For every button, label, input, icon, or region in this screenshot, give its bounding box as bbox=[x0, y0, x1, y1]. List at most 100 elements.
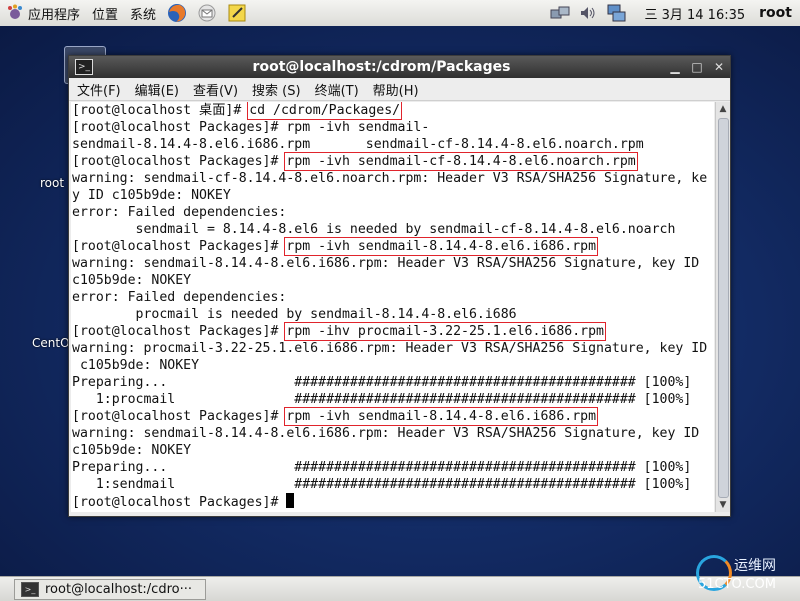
terminal-line: [root@localhost Packages]# rpm -ivh send… bbox=[71, 237, 714, 256]
terminal-line: procmail is needed by sendmail-8.14.4-8.… bbox=[71, 306, 714, 323]
network-status-icon[interactable] bbox=[606, 4, 626, 22]
user-menu[interactable]: root bbox=[753, 0, 800, 26]
watermark-line2: 51CTO.COM bbox=[698, 577, 776, 592]
bottom-panel: >_ root@localhost:/cdro··· bbox=[0, 576, 800, 601]
menubar: 文件(F) 编辑(E) 查看(V) 搜索 (S) 终端(T) 帮助(H) bbox=[69, 78, 730, 101]
desktop-icon-root-label: root bbox=[40, 176, 65, 190]
mail-launcher[interactable] bbox=[196, 3, 218, 23]
applications-menu[interactable]: 应用程序 bbox=[0, 0, 86, 26]
system-menu-label: 系统 bbox=[130, 7, 157, 23]
close-button[interactable]: ✕ bbox=[710, 59, 728, 75]
maximize-button[interactable]: □ bbox=[688, 59, 706, 75]
menu-view[interactable]: 查看(V) bbox=[185, 80, 244, 99]
terminal-line-text: warning: procmail-3.22-25.1.el6.i686.rpm… bbox=[72, 341, 708, 356]
notes-launcher[interactable] bbox=[226, 3, 248, 23]
menu-search[interactable]: 搜索 (S) bbox=[244, 80, 307, 99]
highlighted-command: rpm -ivh sendmail-cf-8.14.4-8.el6.noarch… bbox=[284, 152, 638, 171]
terminal-line: c105b9de: NOKEY bbox=[71, 357, 714, 374]
highlighted-command: rpm -ivh sendmail-8.14.4-8.el6.i686.rpm bbox=[284, 407, 599, 426]
terminal-line-text: warning: sendmail-8.14.4-8.el6.i686.rpm:… bbox=[72, 426, 700, 441]
terminal-line-text: [root@localhost Packages]# bbox=[72, 324, 287, 339]
terminal-line-text: sendmail-8.14.4-8.el6.i686.rpm sendmail-… bbox=[72, 137, 644, 152]
system-menu[interactable]: 系统 bbox=[124, 0, 162, 26]
terminal-line-text: c105b9de: NOKEY bbox=[72, 358, 200, 373]
places-menu[interactable]: 位置 bbox=[86, 0, 124, 26]
watermark-line1: 运维网 bbox=[734, 558, 776, 574]
terminal-line: error: Failed dependencies: bbox=[71, 204, 714, 221]
terminal-line: Preparing... ###########################… bbox=[71, 459, 714, 476]
clock-text: 三 3月 14 16:35 bbox=[644, 7, 746, 23]
network-manager-icon[interactable] bbox=[550, 4, 570, 22]
terminal-line: 1:sendmail #############################… bbox=[71, 476, 714, 493]
places-menu-label: 位置 bbox=[92, 7, 119, 23]
terminal-output[interactable]: [root@localhost 桌面]# cd /cdrom/Packages/… bbox=[71, 102, 714, 512]
terminal-line-text: [root@localhost Packages]# rpm -ivh send… bbox=[72, 120, 430, 135]
clock[interactable]: 三 3月 14 16:35 bbox=[630, 0, 753, 26]
terminal-line-text: 1:sendmail #############################… bbox=[72, 477, 692, 492]
volume-icon[interactable] bbox=[578, 4, 598, 22]
terminal-line: c105b9de: NOKEY bbox=[71, 442, 714, 459]
top-panel: 应用程序 位置 系统 三 3月 14 16:35 root bbox=[0, 0, 800, 27]
terminal-line-text: 1:procmail #############################… bbox=[72, 392, 692, 407]
terminal-line-text: warning: sendmail-8.14.4-8.el6.i686.rpm:… bbox=[72, 256, 700, 271]
terminal-prompt-line: [root@localhost Packages]# bbox=[71, 493, 714, 510]
scrollbar-thumb[interactable] bbox=[718, 118, 729, 498]
terminal-line-text: procmail is needed by sendmail-8.14.4-8.… bbox=[72, 307, 517, 322]
desktop-icon-root[interactable]: root bbox=[40, 176, 64, 190]
desktop-icon-centos-label: CentO bbox=[32, 336, 70, 350]
menu-terminal[interactable]: 终端(T) bbox=[307, 80, 365, 99]
desktop-icon-centos[interactable]: CentO bbox=[32, 336, 70, 350]
gnome-foot-icon bbox=[8, 4, 22, 19]
terminal-line: [root@localhost Packages]# rpm -ivh send… bbox=[71, 119, 714, 136]
terminal-line: c105b9de: NOKEY bbox=[71, 272, 714, 289]
highlighted-command: cd /cdrom/Packages/ bbox=[247, 102, 403, 120]
terminal-line: Preparing... ###########################… bbox=[71, 374, 714, 391]
mail-icon bbox=[198, 4, 216, 22]
firefox-launcher[interactable] bbox=[166, 3, 188, 23]
terminal-line: y ID c105b9de: NOKEY bbox=[71, 187, 714, 204]
terminal-line: error: Failed dependencies: bbox=[71, 289, 714, 306]
terminal-line: [root@localhost Packages]# rpm -ivh send… bbox=[71, 407, 714, 426]
terminal-line-text: Preparing... ###########################… bbox=[72, 460, 692, 475]
terminal-line-text: error: Failed dependencies: bbox=[72, 290, 287, 305]
taskbar-terminal-item[interactable]: >_ root@localhost:/cdro··· bbox=[14, 579, 206, 600]
watermark: 运维网 51CTO.COM bbox=[690, 553, 798, 597]
terminal-line: warning: sendmail-8.14.4-8.el6.i686.rpm:… bbox=[71, 255, 714, 272]
terminal-prompt: [root@localhost Packages]# bbox=[72, 495, 287, 510]
terminal-line-text: [root@localhost Packages]# bbox=[72, 154, 287, 169]
terminal-line: 1:procmail #############################… bbox=[71, 391, 714, 408]
terminal-task-icon: >_ bbox=[21, 582, 39, 597]
taskbar-terminal-label: root@localhost:/cdro··· bbox=[45, 582, 192, 597]
terminal-cursor bbox=[286, 493, 295, 508]
terminal-line-text: [root@localhost Packages]# bbox=[72, 239, 287, 254]
terminal-line-text: y ID c105b9de: NOKEY bbox=[72, 188, 231, 203]
menu-file[interactable]: 文件(F) bbox=[69, 80, 127, 99]
window-titlebar[interactable]: >_ root@localhost:/cdrom/Packages ▁ □ ✕ bbox=[69, 56, 730, 78]
highlighted-command: rpm -ivh sendmail-8.14.4-8.el6.i686.rpm bbox=[284, 237, 599, 256]
terminal-line: [root@localhost Packages]# rpm -ivh send… bbox=[71, 152, 714, 171]
terminal-line-text: error: Failed dependencies: bbox=[72, 205, 287, 220]
scroll-up-arrow-icon[interactable]: ▲ bbox=[716, 102, 730, 116]
menu-help[interactable]: 帮助(H) bbox=[365, 80, 425, 99]
terminal-line: sendmail-8.14.4-8.el6.i686.rpm sendmail-… bbox=[71, 136, 714, 153]
scroll-down-arrow-icon[interactable]: ▼ bbox=[716, 498, 730, 512]
terminal-line-text: c105b9de: NOKEY bbox=[72, 443, 192, 458]
user-name: root bbox=[759, 5, 792, 21]
terminal-line: warning: sendmail-cf-8.14.4-8.el6.noarch… bbox=[71, 170, 714, 187]
terminal-line-text: Preparing... ###########################… bbox=[72, 375, 692, 390]
firefox-icon bbox=[168, 4, 187, 22]
terminal-scrollbar[interactable]: ▲ ▼ bbox=[715, 102, 730, 512]
terminal-line: [root@localhost Packages]# rpm -ihv proc… bbox=[71, 322, 714, 341]
menu-edit[interactable]: 编辑(E) bbox=[127, 80, 185, 99]
terminal-line-text: warning: sendmail-cf-8.14.4-8.el6.noarch… bbox=[72, 171, 708, 186]
terminal-window: >_ root@localhost:/cdrom/Packages ▁ □ ✕ … bbox=[68, 55, 731, 517]
highlighted-command: rpm -ihv procmail-3.22-25.1.el6.i686.rpm bbox=[284, 322, 606, 341]
notes-icon bbox=[228, 4, 246, 22]
terminal-line-text: sendmail = 8.14.4-8.el6 is needed by sen… bbox=[72, 222, 676, 237]
terminal-line-text: [root@localhost Packages]# bbox=[72, 409, 287, 424]
terminal-line: warning: sendmail-8.14.4-8.el6.i686.rpm:… bbox=[71, 425, 714, 442]
minimize-button[interactable]: ▁ bbox=[666, 59, 684, 75]
applications-menu-label: 应用程序 bbox=[28, 7, 81, 23]
terminal-icon: >_ bbox=[75, 59, 93, 75]
terminal-line: [root@localhost 桌面]# cd /cdrom/Packages/ bbox=[71, 102, 714, 120]
